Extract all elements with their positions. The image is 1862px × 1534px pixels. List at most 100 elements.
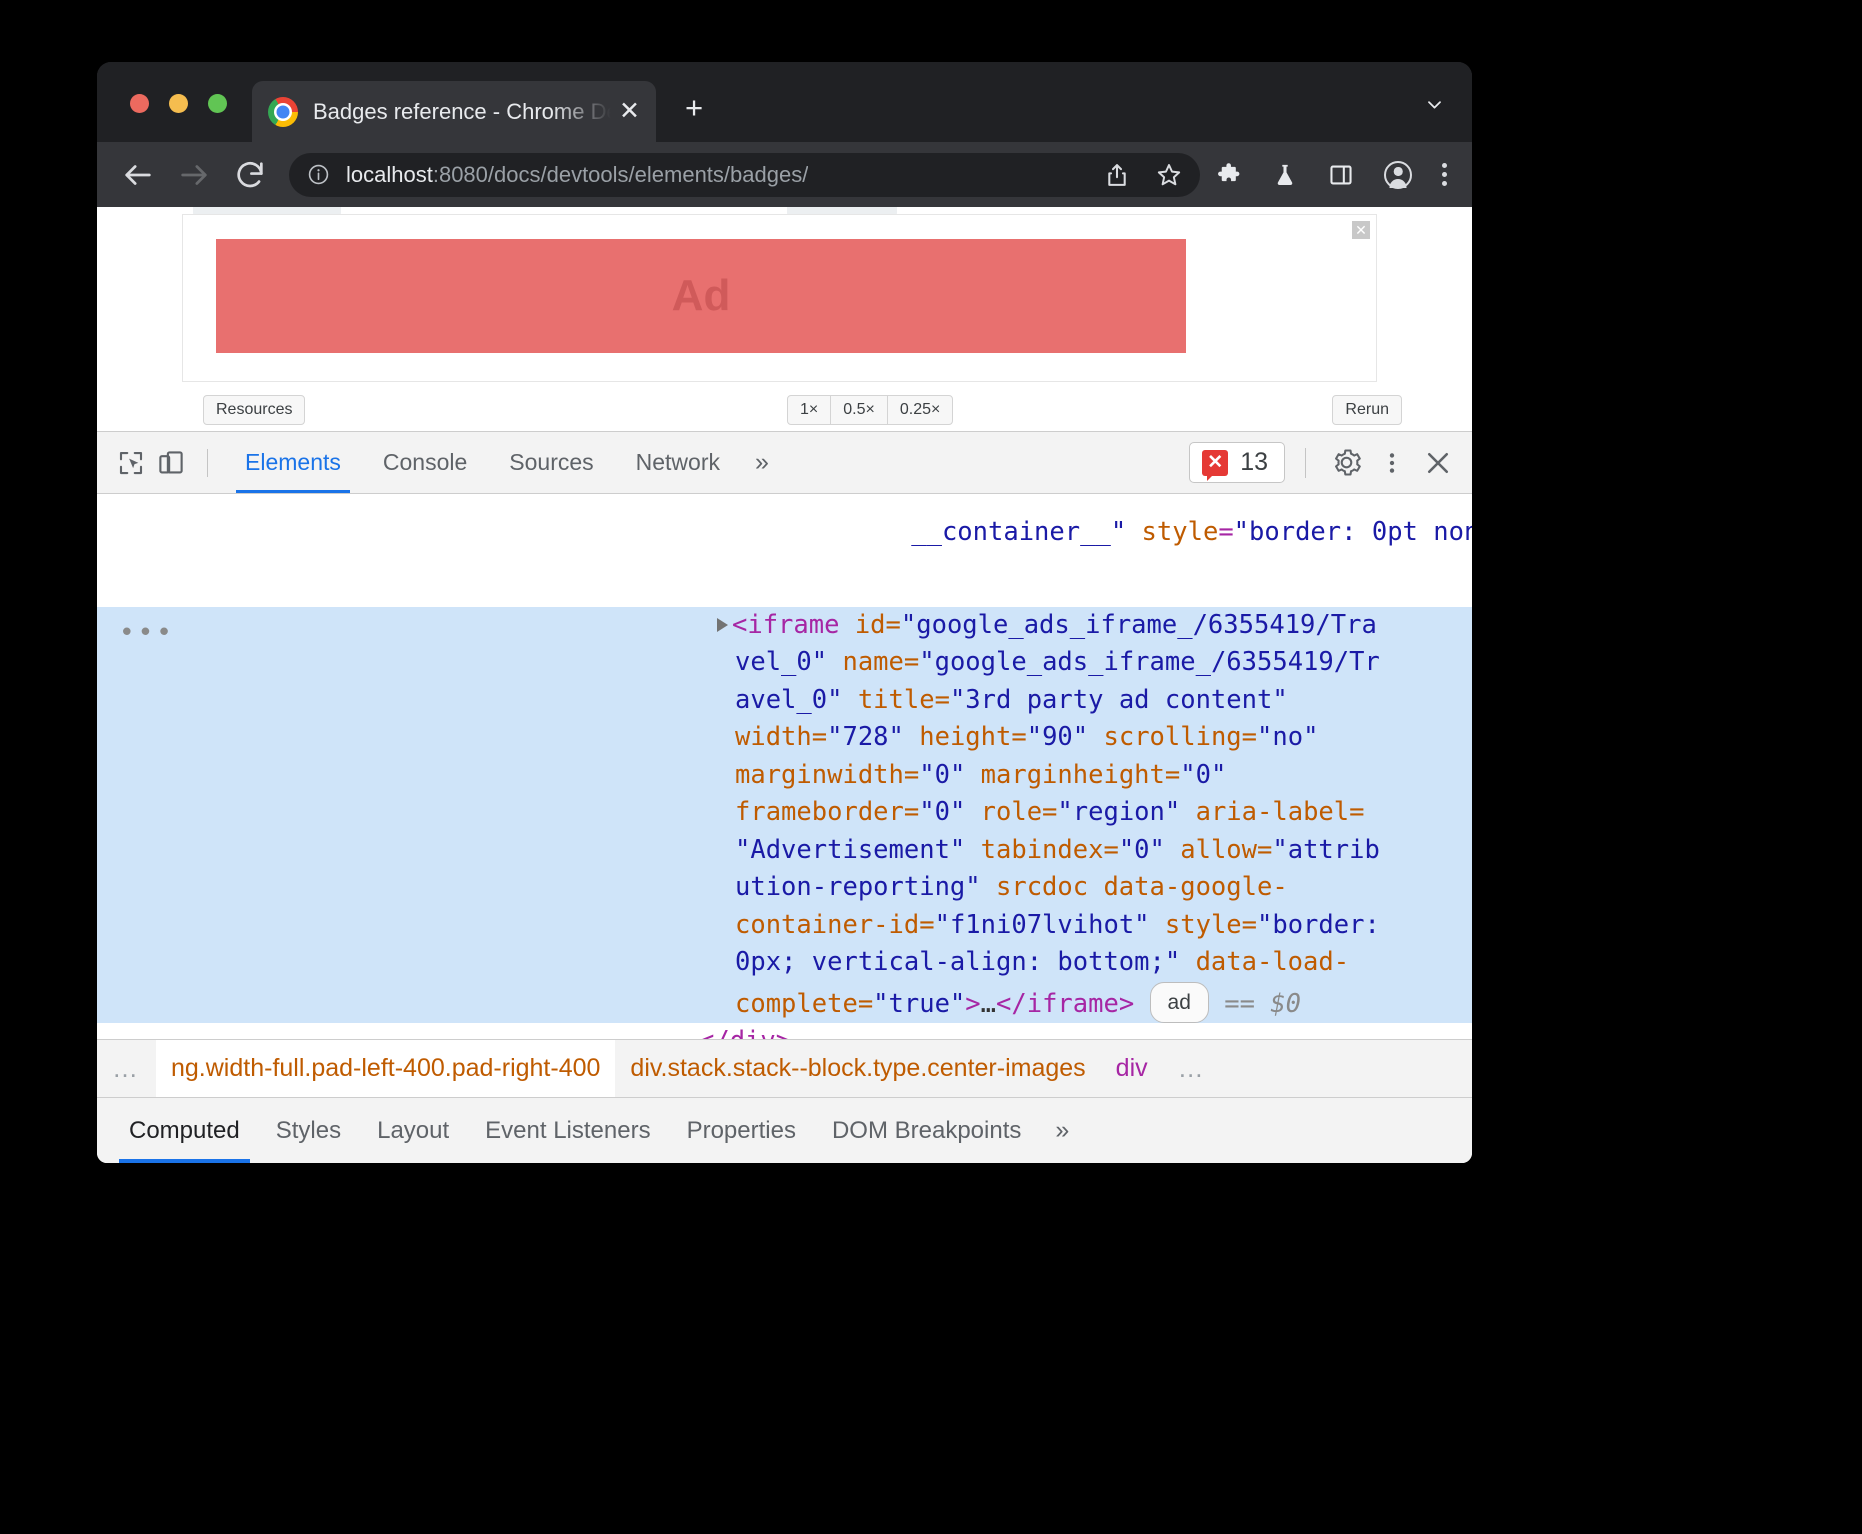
browser-tab[interactable]: Badges reference - Chrome De ✕: [252, 81, 656, 142]
issues-error-badge[interactable]: ✕ 13: [1189, 442, 1285, 483]
tab-properties[interactable]: Properties: [669, 1098, 814, 1163]
inspect-cursor-icon[interactable]: [111, 443, 151, 483]
info-circle-icon[interactable]: [307, 163, 330, 186]
tab-console[interactable]: Console: [362, 432, 488, 493]
breadcrumb-item-stack[interactable]: div.stack.stack--block.type.center-image…: [615, 1040, 1100, 1097]
dom-attr-marginheight-value: "0": [1180, 760, 1226, 790]
dom-attr-frameborder-value: "0": [919, 797, 965, 827]
dom-row[interactable]: marginwidth="0" marginheight="0": [97, 757, 1472, 795]
dom-attr-id: id=: [839, 610, 900, 640]
dom-row[interactable]: ution-reporting" srcdoc data-google-: [97, 869, 1472, 907]
reload-icon[interactable]: [233, 158, 267, 192]
dom-tree-content: __container__" style="border: 0pt none;"…: [97, 494, 1472, 1039]
dom-attr-style: style=: [1150, 910, 1257, 940]
ad-iframe-container: Ad ✕: [182, 214, 1377, 382]
maximize-window-button[interactable]: [208, 94, 227, 113]
breadcrumb-overflow-left[interactable]: …: [97, 1040, 156, 1097]
dom-row[interactable]: container-id="f1ni07lvihot" style="borde…: [97, 907, 1472, 945]
resources-button[interactable]: Resources: [203, 395, 305, 425]
tab-dom-breakpoints[interactable]: DOM Breakpoints: [814, 1098, 1039, 1163]
dom-line-truncated[interactable]: __container__" style="border: 0pt none;"…: [97, 494, 1472, 589]
tab-network[interactable]: Network: [615, 432, 741, 493]
extensions-puzzle-icon[interactable]: [1216, 162, 1242, 188]
dom-closing-line[interactable]: </div>: [97, 1023, 1472, 1039]
dom-row[interactable]: "Advertisement" tabindex="0" allow="attr…: [97, 832, 1472, 870]
dom-row[interactable]: <iframe id="google_ads_iframe_/6355419/T…: [97, 607, 1472, 645]
ad-badge[interactable]: ad: [1150, 982, 1209, 1024]
browser-window: Badges reference - Chrome De ✕ +: [97, 62, 1472, 1163]
chrome-menu-kebab-icon[interactable]: [1442, 159, 1448, 190]
dom-row[interactable]: width="728" height="90" scrolling="no": [97, 719, 1472, 757]
dom-attr-id-value: "google_ads_iframe_/6355419/Tra: [901, 610, 1377, 640]
dom-row[interactable]: vel_0" name="google_ads_iframe_/6355419/…: [97, 644, 1472, 682]
tab-elements[interactable]: Elements: [224, 432, 362, 493]
new-tab-button[interactable]: +: [685, 92, 703, 123]
expand-triangle-icon[interactable]: [717, 618, 728, 632]
tab-computed[interactable]: Computed: [111, 1098, 258, 1163]
breadcrumb-overflow-right[interactable]: …: [1163, 1040, 1222, 1097]
tab-styles[interactable]: Styles: [258, 1098, 359, 1163]
error-icon: ✕: [1202, 450, 1228, 476]
more-tabs-button[interactable]: »: [741, 448, 783, 477]
side-panel-icon[interactable]: [1328, 162, 1354, 188]
labs-flask-icon[interactable]: [1272, 162, 1298, 188]
dom-attr-scrolling: scrolling=: [1088, 722, 1257, 752]
dom-row[interactable]: 0px; vertical-align: bottom;" data-load-: [97, 944, 1472, 982]
zoom-quarter-button[interactable]: 0.25×: [887, 395, 953, 425]
device-toggle-icon[interactable]: [151, 443, 191, 483]
share-icon[interactable]: [1104, 162, 1130, 188]
sidebar-tab-list: Computed Styles Layout Event Listeners P…: [97, 1097, 1472, 1163]
toolbar-divider-2: [1305, 448, 1306, 478]
tab-event-listeners[interactable]: Event Listeners: [467, 1098, 668, 1163]
browser-toolbar: localhost:8080/docs/devtools/elements/ba…: [97, 142, 1472, 207]
more-sidebar-tabs-button[interactable]: »: [1039, 1116, 1085, 1145]
screenshot-root: Badges reference - Chrome De ✕ +: [0, 0, 1862, 1534]
gear-icon[interactable]: [1326, 443, 1366, 483]
close-window-button[interactable]: [130, 94, 149, 113]
dom-row-with-badge[interactable]: complete="true">…</iframe> ad == $0: [97, 982, 1472, 1024]
tab-layout[interactable]: Layout: [359, 1098, 467, 1163]
kebab-menu-icon[interactable]: [1372, 443, 1412, 483]
forward-arrow-icon[interactable]: [177, 158, 211, 192]
dom-line-text: __container__" style="border: 0pt none;"…: [911, 517, 1472, 547]
url-host: localhost: [346, 162, 433, 187]
address-bar[interactable]: localhost:8080/docs/devtools/elements/ba…: [289, 153, 1200, 197]
ad-banner[interactable]: Ad: [216, 239, 1186, 353]
url-path: :8080/docs/devtools/elements/badges/: [433, 162, 808, 187]
dom-collapsed-ellipsis[interactable]: •••: [119, 615, 175, 653]
close-icon[interactable]: ✕: [619, 99, 640, 124]
dom-tag-close: </iframe>: [996, 989, 1134, 1019]
chrome-logo-icon: [268, 97, 298, 127]
dom-attr-title-value: "3rd party ad content": [950, 685, 1288, 715]
dom-attr-marginwidth-value: "0": [919, 760, 965, 790]
dom-attr-tabindex-value: "0": [1119, 835, 1165, 865]
dom-gt: >: [965, 989, 980, 1019]
dom-attr-srcdoc: srcdoc data-google-: [981, 872, 1288, 902]
url-text: localhost:8080/docs/devtools/elements/ba…: [346, 162, 808, 188]
chevron-down-icon[interactable]: [1425, 95, 1444, 114]
devtools-tab-list: Elements Console Sources Network »: [224, 432, 783, 493]
window-traffic-lights: [130, 94, 227, 113]
bookmark-star-icon[interactable]: [1156, 162, 1182, 188]
back-arrow-icon[interactable]: [121, 158, 155, 192]
dom-selected-node[interactable]: ••• <iframe id="google_ads_iframe_/63554…: [97, 607, 1472, 1024]
rerun-button[interactable]: Rerun: [1332, 395, 1402, 425]
dom-collapsed-children[interactable]: …: [981, 989, 996, 1019]
tab-sources[interactable]: Sources: [488, 432, 614, 493]
dom-attr-tabindex: tabindex=: [965, 835, 1119, 865]
ad-close-icon[interactable]: ✕: [1352, 221, 1370, 239]
close-icon[interactable]: [1418, 443, 1458, 483]
dom-row[interactable]: frameborder="0" role="region" aria-label…: [97, 794, 1472, 832]
profile-avatar-icon[interactable]: [1384, 161, 1412, 189]
zoom-1x-button[interactable]: 1×: [787, 395, 831, 425]
breadcrumb-item-heading[interactable]: ng.width-full.pad-left-400.pad-right-400: [156, 1040, 615, 1097]
dom-row[interactable]: avel_0" title="3rd party ad content": [97, 682, 1472, 720]
dom-value-cont: vel_0": [735, 647, 827, 677]
zoom-half-button[interactable]: 0.5×: [830, 395, 888, 425]
dom-value-cont: ution-reporting": [735, 872, 981, 902]
devtools-toolbar-right: ✕ 13: [1189, 442, 1458, 483]
dom-attr-name-value: "google_ads_iframe_/6355419/Tr: [919, 647, 1380, 677]
minimize-window-button[interactable]: [169, 94, 188, 113]
breadcrumb-item-div[interactable]: div: [1101, 1040, 1163, 1097]
dom-tree[interactable]: __container__" style="border: 0pt none;"…: [97, 494, 1472, 1039]
